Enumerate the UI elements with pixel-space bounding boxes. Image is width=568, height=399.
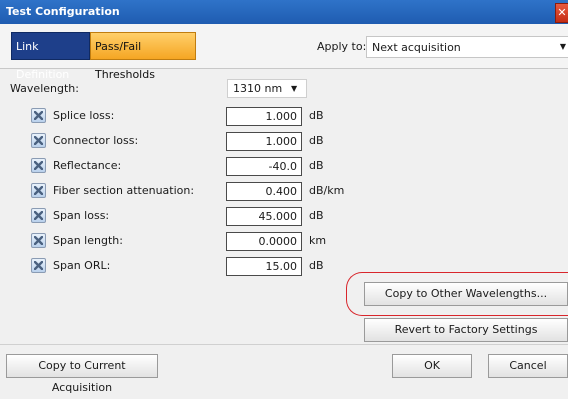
span-orl-checkbox[interactable] bbox=[31, 258, 46, 273]
x-mark-icon bbox=[34, 211, 43, 220]
wavelength-value: 1310 nm bbox=[233, 82, 283, 95]
span-length-field[interactable]: 0.0000 bbox=[226, 232, 302, 251]
unit-label: dB bbox=[309, 109, 324, 122]
unit-label: dB bbox=[309, 159, 324, 172]
span-orl-field[interactable]: 15.00 bbox=[226, 257, 302, 276]
reflectance-checkbox[interactable] bbox=[31, 158, 46, 173]
revert-to-factory-settings-button[interactable]: Revert to Factory Settings bbox=[364, 318, 568, 342]
wavelength-label: Wavelength: bbox=[10, 82, 79, 95]
row-label: Connector loss: bbox=[53, 134, 139, 147]
unit-label: dB bbox=[309, 209, 324, 222]
threshold-row: Splice loss: 1.000 dB bbox=[0, 107, 400, 127]
connector-loss-field[interactable]: 1.000 bbox=[226, 132, 302, 151]
row-label: Span length: bbox=[53, 234, 123, 247]
span-loss-field[interactable]: 45.000 bbox=[226, 207, 302, 226]
apply-to-dropdown[interactable]: Next acquisition ▼ bbox=[366, 36, 568, 58]
x-mark-icon bbox=[34, 186, 43, 195]
tab-link-definition[interactable]: Link Definition bbox=[11, 32, 90, 81]
threshold-row: Span loss: 45.000 dB bbox=[0, 207, 400, 227]
toolbar: Link Definition Pass/Fail Thresholds App… bbox=[0, 24, 568, 81]
unit-label: dB bbox=[309, 134, 324, 147]
wavelength-dropdown[interactable]: 1310 nm ▼ bbox=[227, 79, 307, 98]
chevron-down-icon: ▼ bbox=[291, 84, 298, 93]
row-label: Span loss: bbox=[53, 209, 110, 222]
close-icon: ✕ bbox=[557, 6, 567, 19]
fiber-section-attenuation-checkbox[interactable] bbox=[31, 183, 46, 198]
title-bar: Test Configuration ✕ bbox=[0, 0, 568, 24]
row-label: Span ORL: bbox=[53, 259, 111, 272]
unit-label: dB/km bbox=[309, 184, 345, 197]
highlight-annotation bbox=[346, 272, 568, 316]
threshold-row: Reflectance: -40.0 dB bbox=[0, 157, 400, 177]
threshold-row: Span ORL: 15.00 dB bbox=[0, 257, 400, 277]
apply-to-value: Next acquisition bbox=[372, 41, 461, 54]
apply-to-label: Apply to: bbox=[317, 40, 367, 53]
reflectance-field[interactable]: -40.0 bbox=[226, 157, 302, 176]
window-title: Test Configuration bbox=[6, 5, 120, 18]
x-mark-icon bbox=[34, 161, 43, 170]
fiber-section-attenuation-field[interactable]: 0.400 bbox=[226, 182, 302, 201]
splice-loss-checkbox[interactable] bbox=[31, 108, 46, 123]
threshold-row: Connector loss: 1.000 dB bbox=[0, 132, 400, 152]
row-label: Fiber section attenuation: bbox=[53, 184, 195, 197]
span-length-checkbox[interactable] bbox=[31, 233, 46, 248]
ok-button[interactable]: OK bbox=[392, 354, 472, 378]
threshold-row: Span length: 0.0000 km bbox=[0, 232, 400, 252]
cancel-button[interactable]: Cancel bbox=[488, 354, 568, 378]
unit-label: km bbox=[309, 234, 327, 247]
chevron-down-icon: ▼ bbox=[559, 42, 566, 51]
x-mark-icon bbox=[34, 136, 43, 145]
span-loss-checkbox[interactable] bbox=[31, 208, 46, 223]
connector-loss-checkbox[interactable] bbox=[31, 133, 46, 148]
threshold-row: Fiber section attenuation: 0.400 dB/km bbox=[0, 182, 400, 202]
x-mark-icon bbox=[34, 236, 43, 245]
unit-label: dB bbox=[309, 259, 324, 272]
x-mark-icon bbox=[34, 261, 43, 270]
splice-loss-field[interactable]: 1.000 bbox=[226, 107, 302, 126]
row-label: Splice loss: bbox=[53, 109, 115, 122]
x-mark-icon bbox=[34, 111, 43, 120]
close-button[interactable]: ✕ bbox=[555, 3, 568, 23]
copy-to-current-acquisition-button[interactable]: Copy to Current Acquisition bbox=[6, 354, 158, 394]
row-label: Reflectance: bbox=[53, 159, 122, 172]
tab-pass-fail-thresholds[interactable]: Pass/Fail Thresholds bbox=[90, 32, 196, 81]
